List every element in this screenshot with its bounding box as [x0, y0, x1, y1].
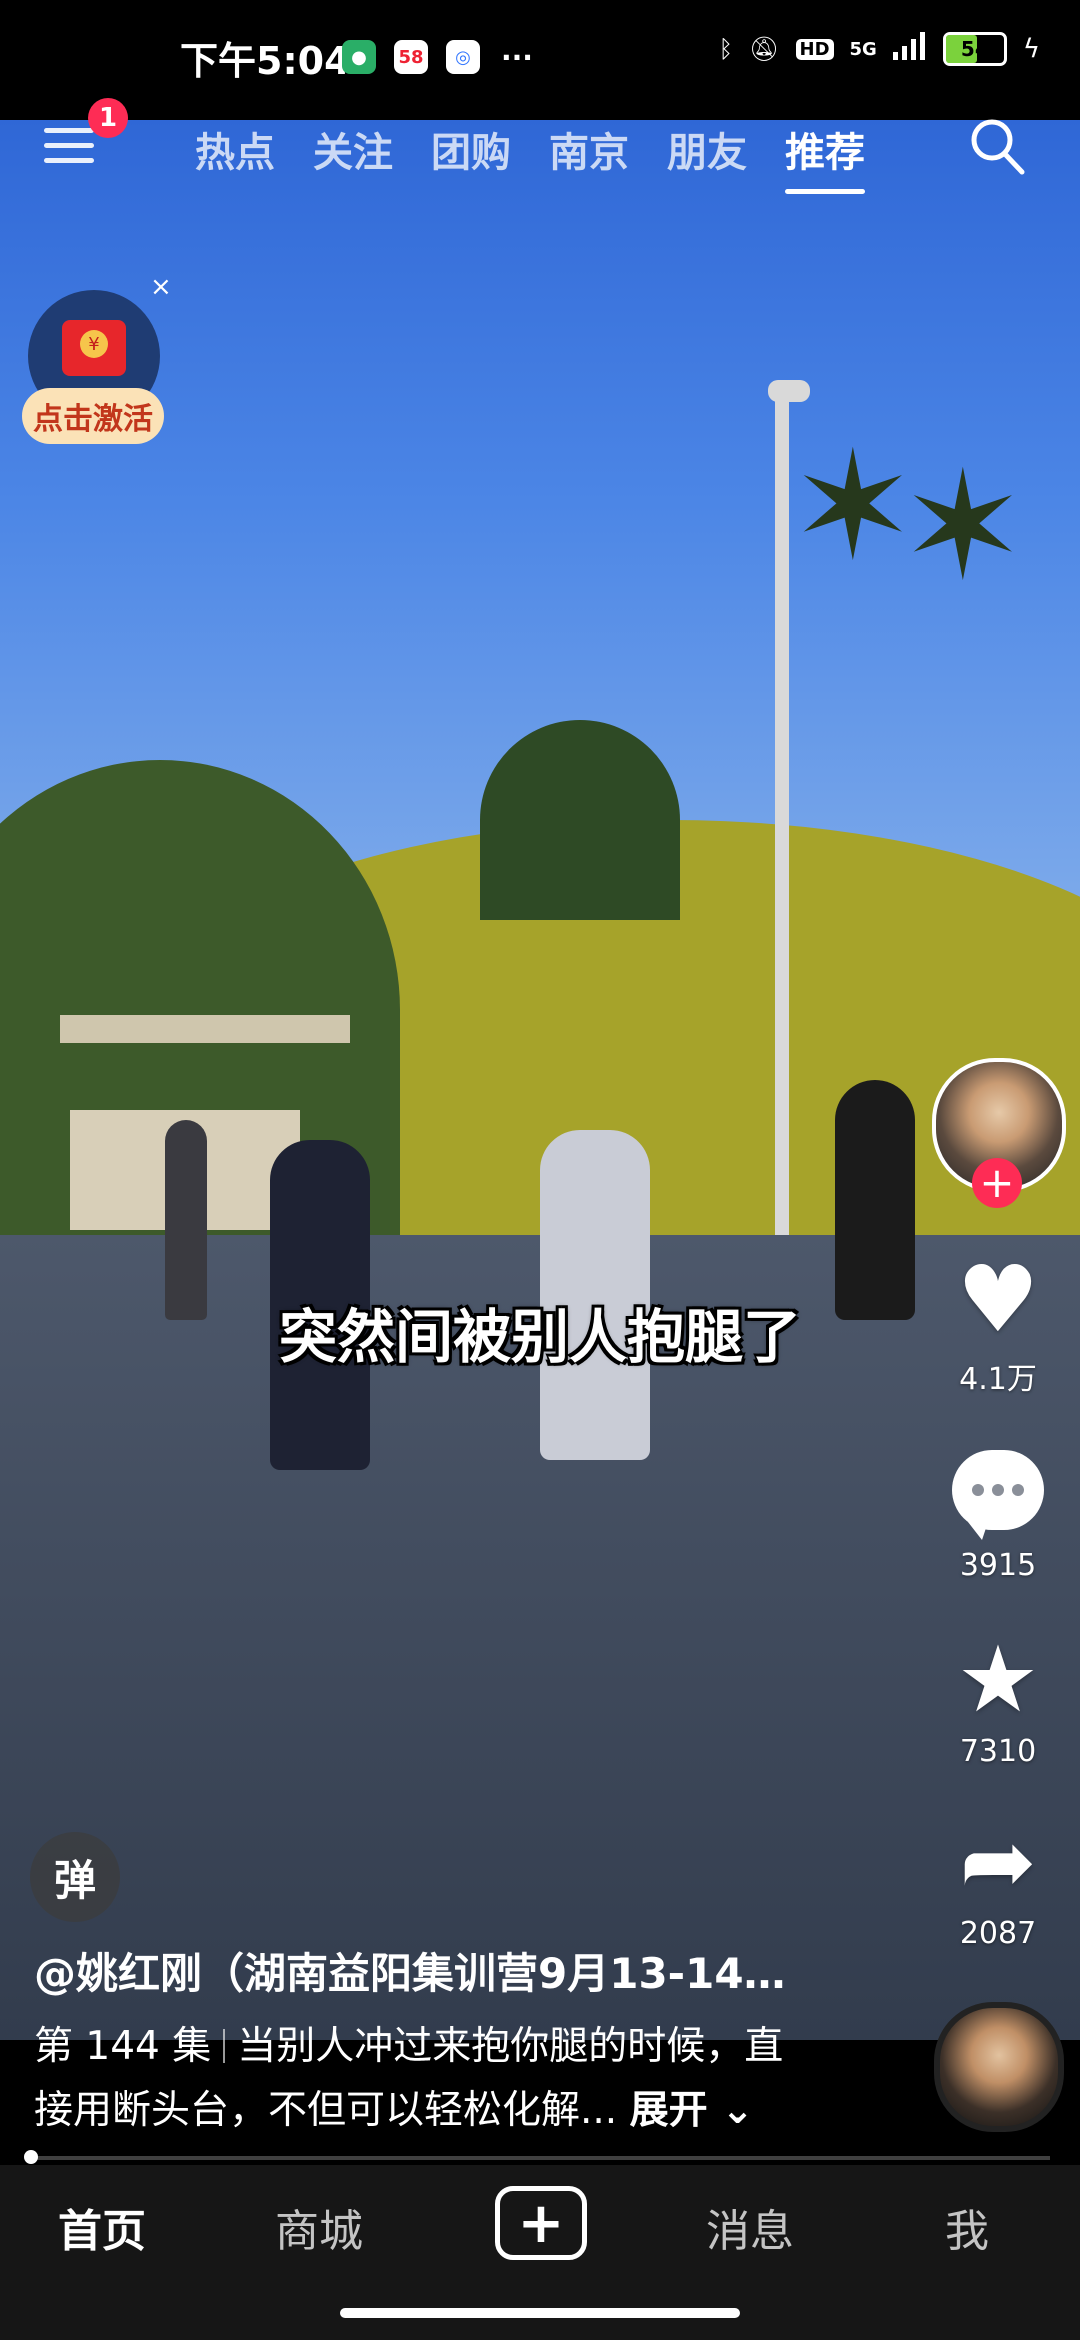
bluetooth-icon: ᛒ: [718, 35, 734, 63]
progress-handle[interactable]: [24, 2150, 38, 2164]
tab-recommend[interactable]: 推荐: [785, 120, 865, 194]
nav-mall[interactable]: 商城: [275, 2195, 363, 2259]
description-line2: 接用断头台，不但可以轻松化解...: [34, 2088, 618, 2133]
search-icon[interactable]: [968, 116, 1026, 176]
tab-group-buy[interactable]: 团购: [431, 120, 511, 178]
create-plus-button[interactable]: +: [495, 2186, 587, 2260]
favorite-count: 7310: [959, 1734, 1037, 1769]
tab-friends[interactable]: 朋友: [667, 120, 747, 178]
hd-icon: HD: [795, 38, 834, 60]
expand-link[interactable]: 展开 ⌄: [630, 2088, 754, 2133]
video-subtitle: 突然间被别人抱腿了: [278, 1303, 801, 1371]
like-count: 4.1万: [959, 1362, 1037, 1397]
share-count: 2087: [959, 1916, 1037, 1951]
top-tabs: 热点 关注 团购 南京 朋友 推荐: [195, 120, 865, 194]
network-label: 5G: [849, 38, 877, 60]
menu-icon[interactable]: [44, 128, 94, 168]
video-progress-bar[interactable]: [24, 2150, 1050, 2164]
star-icon: ★: [956, 1626, 1040, 1733]
heart-icon: ♥: [956, 1246, 1040, 1353]
palm-tree: ✶: [900, 440, 1026, 614]
wechat-icon: ●: [342, 40, 376, 74]
mute-bell-icon: 🔕︎: [749, 35, 780, 63]
comment-bubble-icon: [952, 1450, 1044, 1540]
signal-icon: [892, 32, 927, 66]
nav-me[interactable]: 我: [945, 2195, 989, 2259]
share-arrow-icon: ➦: [959, 1808, 1037, 1915]
like-button[interactable]: ♥ 4.1万: [940, 1250, 1056, 1398]
more-notifications-icon: ···: [501, 40, 533, 74]
kiosk-roof: [60, 1015, 350, 1043]
tab-hot[interactable]: 热点: [195, 120, 275, 178]
battery-level: 54: [960, 37, 989, 61]
episode-separator: [223, 2029, 226, 2063]
charging-icon: ϟ: [1022, 34, 1040, 64]
chevron-down-icon: ⌄: [707, 2088, 754, 2133]
tree-top: [480, 720, 680, 920]
status-right: ᛒ 🔕︎ HD 5G 54 ϟ: [719, 32, 1040, 66]
red-packet-close-icon[interactable]: ×: [150, 272, 172, 302]
description-line1: 当别人冲过来抱你腿的时候，直: [237, 2024, 784, 2069]
author-name[interactable]: @姚红刚（湖南益阳集训营9月13-14…: [34, 1940, 834, 2001]
nav-messages[interactable]: 消息: [706, 2195, 794, 2259]
favorite-button[interactable]: ★ 7310: [940, 1626, 1056, 1770]
red-packet-activate-label[interactable]: 点击激活: [22, 388, 164, 444]
tab-local[interactable]: 南京: [549, 120, 629, 178]
share-button[interactable]: ➦ 2087: [940, 1808, 1056, 1952]
danmu-toggle-button[interactable]: 弹: [30, 1832, 120, 1922]
quark-icon: ◎: [446, 40, 480, 74]
episode-label: 第 144 集: [34, 2024, 212, 2069]
comment-button[interactable]: 3915: [940, 1440, 1056, 1583]
expand-label: 展开: [629, 2088, 708, 2133]
video-description[interactable]: 第 144 集当别人冲过来抱你腿的时候，直 接用断头台，不但可以轻松化解... …: [34, 2015, 854, 2143]
music-disc-icon[interactable]: [934, 2002, 1064, 2132]
battery-icon: 54: [942, 32, 1007, 66]
home-indicator[interactable]: [340, 2308, 740, 2318]
status-time: 下午5:04: [180, 39, 351, 83]
lamp-head: [768, 380, 810, 402]
comment-count: 3915: [959, 1548, 1037, 1583]
tab-following[interactable]: 关注: [313, 120, 393, 178]
follow-plus-button[interactable]: +: [972, 1158, 1022, 1208]
nav-home[interactable]: 首页: [58, 2195, 146, 2259]
58-app-icon: 58: [394, 40, 428, 74]
status-bar: 下午5:04 ● 58 ◎ ··· ᛒ 🔕︎ HD 5G 54 ϟ: [0, 0, 1080, 120]
lamp-pole: [775, 390, 789, 1270]
person-filming: [835, 1080, 915, 1320]
menu-badge: 1: [88, 98, 128, 138]
palm-tree: ✶: [790, 420, 916, 594]
yuan-coin-icon: ¥: [80, 330, 108, 358]
